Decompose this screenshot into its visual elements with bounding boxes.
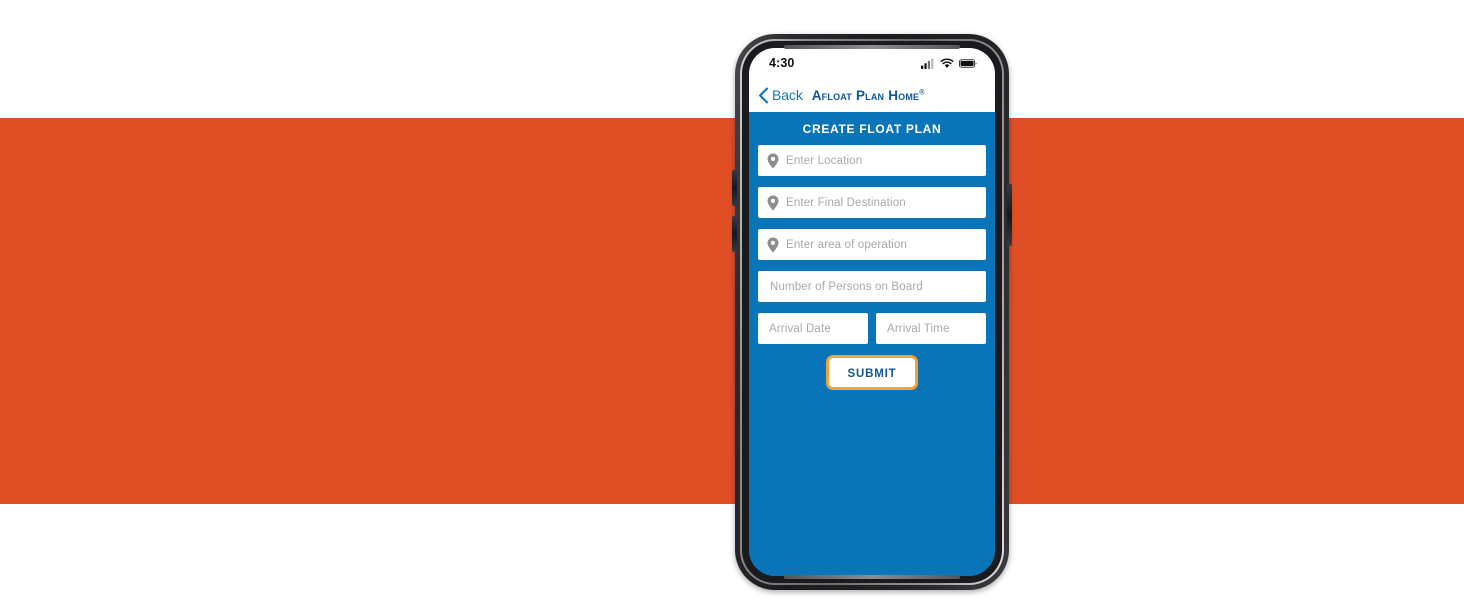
persons-on-board-input[interactable]: Number of Persons on Board [758, 271, 986, 302]
phone-device-mockup: 4:30 Back Afloat Plan Home® CREATE FLOAT… [732, 34, 1012, 590]
arrival-time-input[interactable]: Arrival Time [876, 313, 986, 344]
map-pin-icon [767, 195, 779, 211]
app-title-text: Afloat Plan Home [811, 87, 920, 103]
app-nav-bar: Back Afloat Plan Home® [749, 78, 995, 112]
phone-screen: 4:30 Back Afloat Plan Home® CREATE FLOAT… [749, 48, 995, 576]
volume-up-button[interactable] [732, 170, 737, 206]
area-of-operation-input[interactable]: Enter area of operation [758, 229, 986, 260]
status-bar-icons [921, 57, 977, 69]
status-bar-time: 4:30 [769, 56, 795, 70]
area-of-operation-input-placeholder: Enter area of operation [786, 238, 908, 251]
app-title-registered-mark: ® [919, 89, 925, 96]
location-input-placeholder: Enter Location [786, 154, 863, 167]
volume-down-button[interactable] [732, 216, 737, 252]
section-header-title: CREATE FLOAT PLAN [802, 121, 942, 136]
back-button-label: Back [772, 87, 803, 103]
app-title: Afloat Plan Home® [812, 88, 925, 103]
wifi-icon [940, 58, 954, 68]
submit-row: SUBMIT [758, 355, 986, 390]
battery-icon [959, 58, 977, 68]
arrival-row: Arrival Date Arrival Time [758, 313, 986, 344]
background-band-top [0, 0, 1464, 118]
back-button[interactable]: Back [758, 87, 803, 104]
final-destination-input[interactable]: Enter Final Destination [758, 187, 986, 218]
bottom-speaker-grille [784, 575, 960, 579]
earpiece-speaker [784, 45, 960, 49]
map-pin-icon [767, 153, 779, 169]
section-header: CREATE FLOAT PLAN [758, 112, 986, 145]
map-pin-icon [767, 237, 779, 253]
final-destination-input-placeholder: Enter Final Destination [786, 196, 906, 209]
status-bar: 4:30 [749, 48, 995, 78]
power-button[interactable] [1007, 184, 1012, 246]
arrival-date-input-placeholder: Arrival Date [769, 322, 831, 335]
persons-on-board-input-placeholder: Number of Persons on Board [770, 280, 923, 293]
arrival-date-input[interactable]: Arrival Date [758, 313, 868, 344]
arrival-time-input-placeholder: Arrival Time [887, 322, 950, 335]
cellular-signal-icon [921, 57, 934, 69]
submit-button-label: SUBMIT [847, 368, 897, 380]
chevron-left-icon [759, 87, 769, 103]
location-input[interactable]: Enter Location [758, 145, 986, 176]
background-band-bottom [0, 504, 1464, 600]
submit-button[interactable]: SUBMIT [825, 355, 919, 390]
app-content: CREATE FLOAT PLAN Enter Location Enter F… [749, 112, 995, 576]
